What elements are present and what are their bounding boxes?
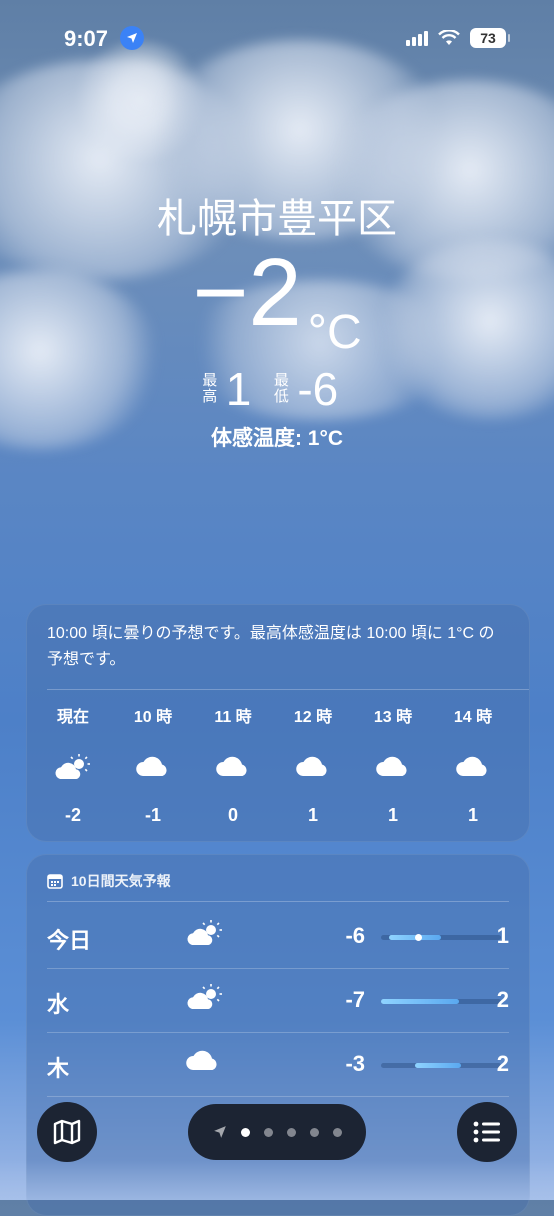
temp-range-bar bbox=[381, 1063, 501, 1068]
day-high: 2 bbox=[496, 987, 509, 1012]
divider bbox=[47, 689, 529, 690]
city-name: 札幌市豊平区 bbox=[157, 197, 397, 241]
temp-range-fill bbox=[415, 1063, 461, 1068]
cloud-icon bbox=[367, 753, 419, 783]
high-value: 1 bbox=[225, 363, 252, 415]
day-label: 水 bbox=[47, 992, 70, 1017]
location-list-button[interactable] bbox=[457, 1102, 517, 1162]
high-label: 最高 bbox=[202, 372, 218, 405]
location-arrow-icon bbox=[213, 1126, 226, 1138]
temp-range-bar bbox=[381, 934, 501, 941]
page-dot[interactable] bbox=[240, 1127, 250, 1137]
map-button[interactable] bbox=[37, 1102, 97, 1162]
divider bbox=[47, 1096, 509, 1097]
low-value: -6 bbox=[297, 363, 339, 415]
high-low: 最高 1 最低 -6 bbox=[0, 362, 554, 416]
hour-time: 現在 bbox=[56, 709, 89, 726]
day-row[interactable]: 今日 -6 1 bbox=[47, 905, 509, 969]
hour-temp: 1 bbox=[467, 805, 478, 825]
hour-item: 10 時 -1 bbox=[127, 703, 179, 826]
battery-indicator: 73 bbox=[470, 28, 510, 48]
status-bar: 9:07 73 bbox=[0, 20, 554, 56]
hour-time: 13 時 bbox=[373, 709, 413, 726]
day-label: 木 bbox=[47, 1056, 70, 1081]
hour-item: 14 時 1 bbox=[447, 703, 499, 826]
hour-temp: 1 bbox=[387, 805, 398, 825]
cloud-icon bbox=[127, 753, 179, 783]
temp-range-fill bbox=[381, 999, 459, 1004]
hour-item: 11 時 0 bbox=[207, 703, 259, 826]
feels-like: 体感温度: 1°C bbox=[210, 427, 344, 450]
hourly-summary: 10:00 頃に曇りの予想です。最高体感温度は 10:00 頃に 1°C の予想… bbox=[47, 625, 495, 668]
status-time: 9:07 bbox=[64, 26, 109, 51]
day-low: -3 bbox=[345, 1051, 365, 1076]
map-icon bbox=[53, 1119, 81, 1145]
temp-range-bar bbox=[381, 999, 501, 1004]
bottom-fade bbox=[0, 1160, 554, 1200]
temperature-value: −2 bbox=[192, 239, 302, 346]
page-dot[interactable] bbox=[286, 1127, 296, 1137]
page-dot[interactable] bbox=[332, 1127, 342, 1137]
hour-item: 現在 -2 bbox=[47, 703, 99, 826]
hour-time: 14 時 bbox=[453, 709, 493, 726]
page-dot[interactable] bbox=[309, 1127, 319, 1137]
cloud-icon bbox=[447, 753, 499, 783]
day-low: -6 bbox=[345, 923, 365, 948]
cloud-icon bbox=[207, 753, 259, 783]
list-icon bbox=[473, 1121, 500, 1143]
status-right: 73 bbox=[406, 28, 510, 48]
hour-time: 10 時 bbox=[133, 709, 173, 726]
partly-sunny-icon bbox=[185, 983, 225, 1018]
current-temp-dot bbox=[415, 934, 422, 941]
hour-time: 1 bbox=[527, 703, 529, 721]
cloud-icon bbox=[527, 747, 529, 777]
wifi-icon bbox=[438, 30, 460, 45]
location-arrow-icon bbox=[120, 26, 144, 50]
low-label: 最低 bbox=[273, 372, 289, 405]
day-high: 1 bbox=[496, 923, 509, 948]
hour-temp: -1 bbox=[144, 805, 161, 825]
hourly-strip[interactable]: 現在 -2 10 時 -1 11 時 0 12 時 1 13 時 1 14 時 … bbox=[47, 703, 529, 833]
hour-temp: 1 bbox=[307, 805, 318, 825]
temperature-unit: °C bbox=[307, 306, 362, 359]
hour-temp: -2 bbox=[64, 805, 81, 825]
cloud-icon bbox=[185, 1047, 221, 1078]
battery-level: 73 bbox=[480, 30, 496, 46]
day-label: 今日 bbox=[47, 928, 92, 953]
page-indicator[interactable] bbox=[188, 1104, 366, 1160]
partly-sunny-icon bbox=[47, 753, 99, 783]
hour-time: 12 時 bbox=[293, 709, 333, 726]
hour-temp: 0 bbox=[227, 805, 238, 825]
ten-day-header: 10日間天気予報 bbox=[47, 871, 171, 891]
partly-sunny-icon bbox=[185, 919, 225, 954]
signal-bars-icon bbox=[406, 30, 428, 46]
divider bbox=[47, 901, 509, 902]
hour-item: 13 時 1 bbox=[367, 703, 419, 826]
page-dot[interactable] bbox=[263, 1127, 273, 1137]
day-row[interactable]: 木 -3 2 bbox=[47, 1033, 509, 1097]
cloud-icon bbox=[287, 753, 339, 783]
day-high: 2 bbox=[496, 1051, 509, 1076]
calendar-icon bbox=[47, 874, 63, 889]
hourly-forecast-card[interactable]: 10:00 頃に曇りの予想です。最高体感温度は 10:00 頃に 1°C の予想… bbox=[26, 604, 530, 842]
hour-time: 11 時 bbox=[214, 709, 252, 726]
day-low: -7 bbox=[345, 987, 365, 1012]
hour-item: 1 bbox=[527, 703, 529, 799]
hour-item: 12 時 1 bbox=[287, 703, 339, 826]
ten-day-title: 10日間天気予報 bbox=[71, 873, 171, 889]
current-temperature: −2 °C bbox=[0, 238, 554, 359]
day-row[interactable]: 水 -7 2 bbox=[47, 969, 509, 1033]
